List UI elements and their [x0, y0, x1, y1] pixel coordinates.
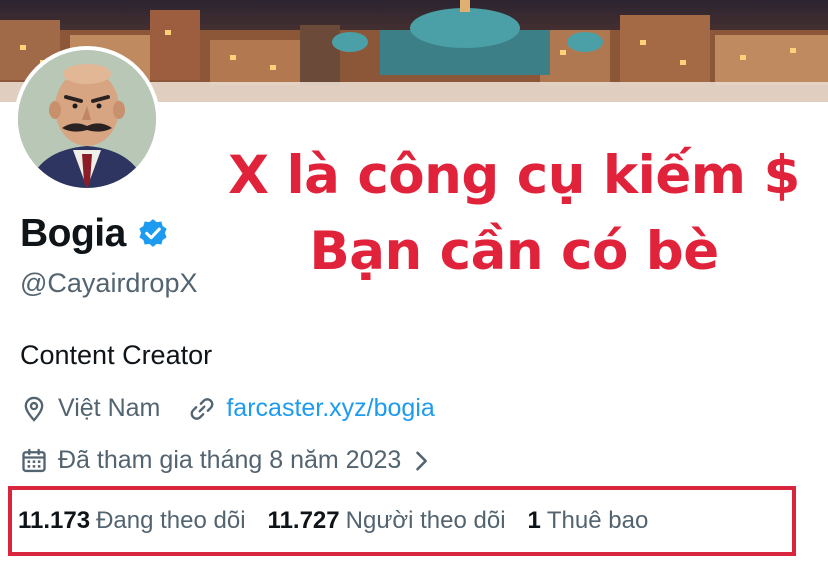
profile-meta-row: Việt Nam farcaster.xyz/bogia — [20, 394, 435, 423]
join-date-row[interactable]: Đã tham gia tháng 8 năm 2023 — [20, 446, 435, 475]
promo-overlay: X là công cụ kiếm $ Bạn cần có bè — [200, 138, 828, 290]
display-name: Bogia — [20, 212, 126, 255]
avatar-frame[interactable] — [14, 46, 160, 192]
link-icon — [190, 397, 214, 420]
following-count: 11.173 — [18, 507, 91, 534]
join-date-text: Đã tham gia tháng 8 năm 2023 — [58, 446, 402, 474]
subscriptions-count: 1 — [527, 507, 541, 534]
calendar-icon — [22, 448, 46, 472]
avatar[interactable] — [18, 50, 156, 188]
subscriptions-stat[interactable]: 1 Thuê bao — [528, 507, 649, 535]
chevron-right-icon[interactable] — [407, 447, 435, 475]
following-label: Đang theo dõi — [96, 507, 246, 534]
avatar-illustration — [18, 50, 156, 188]
name-row: Bogia — [20, 212, 170, 256]
followers-stat[interactable]: 11.727 Người theo dõi — [268, 507, 506, 535]
location-pin-icon — [24, 396, 44, 422]
followers-label: Người theo dõi — [345, 507, 506, 534]
followers-count: 11.727 — [267, 507, 340, 534]
website-link[interactable]: farcaster.xyz/bogia — [226, 394, 434, 423]
following-stat[interactable]: 11.173 Đang theo dõi — [18, 507, 246, 535]
follow-stats: 11.173 Đang theo dõi 11.727 Người theo d… — [18, 507, 670, 535]
bio: Content Creator — [20, 340, 213, 370]
location-text: Việt Nam — [58, 394, 161, 422]
handle: @CayairdropX — [20, 268, 198, 298]
promo-line-1: X là công cụ kiếm $ — [228, 145, 800, 206]
verified-badge-icon[interactable] — [136, 217, 170, 251]
promo-line-2: Bạn cần có bè — [309, 221, 719, 282]
subscriptions-label: Thuê bao — [546, 507, 649, 534]
